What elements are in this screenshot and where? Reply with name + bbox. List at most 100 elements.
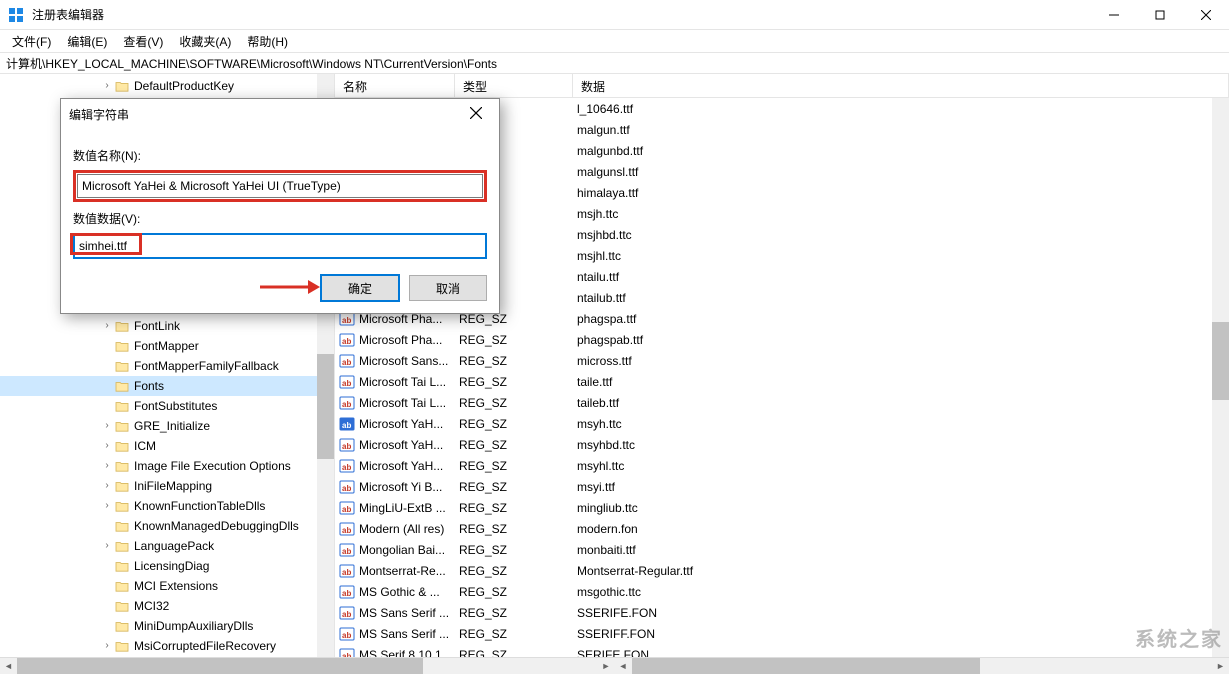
tree-item[interactable]: ›GRE_Initialize (0, 416, 334, 436)
tree-item[interactable]: ›ICM (0, 436, 334, 456)
row-name: Microsoft Yi B... (359, 480, 459, 494)
row-type: REG_SZ (459, 543, 577, 557)
menubar: 文件(F) 编辑(E) 查看(V) 收藏夹(A) 帮助(H) (0, 30, 1229, 52)
ok-button[interactable]: 确定 (321, 275, 399, 301)
list-row[interactable]: abModern (All res)REG_SZmodern.fon (335, 518, 1229, 539)
menu-help[interactable]: 帮助(H) (239, 31, 296, 52)
folder-icon (114, 559, 130, 573)
row-data: taile.ttf (577, 375, 1229, 389)
cancel-button[interactable]: 取消 (409, 275, 487, 301)
expander-icon[interactable]: › (100, 479, 114, 493)
tree-item-label: FontMapper (134, 339, 199, 353)
edit-string-dialog: 编辑字符串 数值名称(N): 数值数据(V): 确定 取消 (60, 98, 500, 314)
expander-icon[interactable]: › (100, 539, 114, 553)
tree-item[interactable]: ›FontLink (0, 316, 334, 336)
row-data: msyi.ttf (577, 480, 1229, 494)
tree-item-label: LicensingDiag (134, 559, 209, 573)
tree-item[interactable]: ›KnownFunctionTableDlls (0, 496, 334, 516)
menu-view[interactable]: 查看(V) (115, 31, 171, 52)
list-row[interactable]: abMS Sans Serif ...REG_SZSSERIFE.FON (335, 602, 1229, 623)
dialog-close-icon[interactable] (461, 107, 491, 122)
row-data: msgothic.ttc (577, 585, 1229, 599)
list-row[interactable]: abMicrosoft YaH...REG_SZmsyh.ttc (335, 413, 1229, 434)
minimize-button[interactable] (1091, 0, 1137, 30)
svg-text:ab: ab (342, 442, 351, 451)
row-type: REG_SZ (459, 585, 577, 599)
string-value-icon: ab (339, 647, 355, 658)
list-row[interactable]: abMicrosoft Tai L...REG_SZtaileb.ttf (335, 392, 1229, 413)
row-data: msjhbd.ttc (577, 228, 1229, 242)
tree-item[interactable]: ›MsiCorruptedFileRecovery (0, 636, 334, 656)
folder-icon (114, 499, 130, 513)
list-row[interactable]: abMicrosoft Sans...REG_SZmicross.ttf (335, 350, 1229, 371)
expander-icon[interactable]: › (100, 419, 114, 433)
tree-item[interactable]: FontMapperFamilyFallback (0, 356, 334, 376)
tree-item[interactable]: FontMapper (0, 336, 334, 356)
tree-item[interactable]: ›Image File Execution Options (0, 456, 334, 476)
folder-icon (114, 639, 130, 653)
expander-icon[interactable]: › (100, 639, 114, 653)
string-value-icon: ab (339, 353, 355, 369)
list-row[interactable]: abMicrosoft Tai L...REG_SZtaile.ttf (335, 371, 1229, 392)
folder-icon (114, 599, 130, 613)
row-name: Mongolian Bai... (359, 543, 459, 557)
row-name: Microsoft Tai L... (359, 396, 459, 410)
tree-item[interactable]: ›LanguagePack (0, 536, 334, 556)
row-data: msyhl.ttc (577, 459, 1229, 473)
row-type: REG_SZ (459, 375, 577, 389)
col-type[interactable]: 类型 (455, 74, 573, 97)
scroll-left-icon[interactable]: ◄ (0, 658, 17, 674)
tree-item[interactable]: LicensingDiag (0, 556, 334, 576)
scroll-right-icon[interactable]: ► (598, 658, 615, 674)
tree-item[interactable]: ›IniFileMapping (0, 476, 334, 496)
scroll-right-icon[interactable]: ► (1212, 658, 1229, 674)
expander-icon[interactable]: › (100, 79, 114, 93)
list-row[interactable]: abMS Sans Serif ...REG_SZSSERIFF.FON (335, 623, 1229, 644)
tree-item[interactable]: MiniDumpAuxiliaryDlls (0, 616, 334, 636)
menu-favorites[interactable]: 收藏夹(A) (171, 31, 239, 52)
tree-item-label: MCI32 (134, 599, 169, 613)
tree-item[interactable]: MCI32 (0, 596, 334, 616)
list-scrollbar[interactable] (1212, 98, 1229, 657)
value-name-label: 数值名称(N): (73, 147, 487, 164)
list-row[interactable]: abMontserrat-Re...REG_SZMontserrat-Regul… (335, 560, 1229, 581)
list-row[interactable]: abMongolian Bai...REG_SZmonbaiti.ttf (335, 539, 1229, 560)
expander-icon[interactable]: › (100, 459, 114, 473)
expander-icon[interactable]: › (100, 499, 114, 513)
list-row[interactable]: abMicrosoft Pha...REG_SZphagspab.ttf (335, 329, 1229, 350)
row-data: micross.ttf (577, 354, 1229, 368)
col-name[interactable]: 名称 (335, 74, 455, 97)
expander-placeholder (100, 599, 114, 613)
tree-item[interactable]: MCI Extensions (0, 576, 334, 596)
expander-placeholder (100, 579, 114, 593)
row-data: ntailu.ttf (577, 270, 1229, 284)
scroll-left-icon[interactable]: ◄ (615, 658, 632, 674)
expander-icon[interactable]: › (100, 439, 114, 453)
col-data[interactable]: 数据 (573, 74, 1229, 97)
expander-icon[interactable]: › (100, 319, 114, 333)
folder-icon (114, 379, 130, 393)
tree-item[interactable]: ›DefaultProductKey (0, 76, 334, 96)
list-row[interactable]: abMicrosoft YaH...REG_SZmsyhl.ttc (335, 455, 1229, 476)
close-button[interactable] (1183, 0, 1229, 30)
folder-icon (114, 359, 130, 373)
tree-item[interactable]: FontSubstitutes (0, 396, 334, 416)
svg-text:ab: ab (342, 652, 351, 658)
list-row[interactable]: abMS Serif 8,10,1...REG_SZSERIFE.FON (335, 644, 1229, 657)
list-row[interactable]: abMingLiU-ExtB ...REG_SZmingliub.ttc (335, 497, 1229, 518)
list-row[interactable]: abMicrosoft YaH...REG_SZmsyhbd.ttc (335, 434, 1229, 455)
row-data: msjhl.ttc (577, 249, 1229, 263)
list-row[interactable]: abMicrosoft Yi B...REG_SZmsyi.ttf (335, 476, 1229, 497)
string-value-icon: ab (339, 563, 355, 579)
value-name-input[interactable] (77, 174, 483, 198)
menu-edit[interactable]: 编辑(E) (59, 31, 115, 52)
address-bar[interactable]: 计算机\HKEY_LOCAL_MACHINE\SOFTWARE\Microsof… (0, 52, 1229, 74)
list-row[interactable]: abMS Gothic & ...REG_SZmsgothic.ttc (335, 581, 1229, 602)
horizontal-scrollbar[interactable]: ◄ ► ◄ ► (0, 657, 1229, 674)
tree-item[interactable]: Fonts (0, 376, 334, 396)
maximize-button[interactable] (1137, 0, 1183, 30)
expander-placeholder (100, 619, 114, 633)
menu-file[interactable]: 文件(F) (4, 31, 59, 52)
tree-item-label: KnownManagedDebuggingDlls (134, 519, 299, 533)
tree-item[interactable]: KnownManagedDebuggingDlls (0, 516, 334, 536)
